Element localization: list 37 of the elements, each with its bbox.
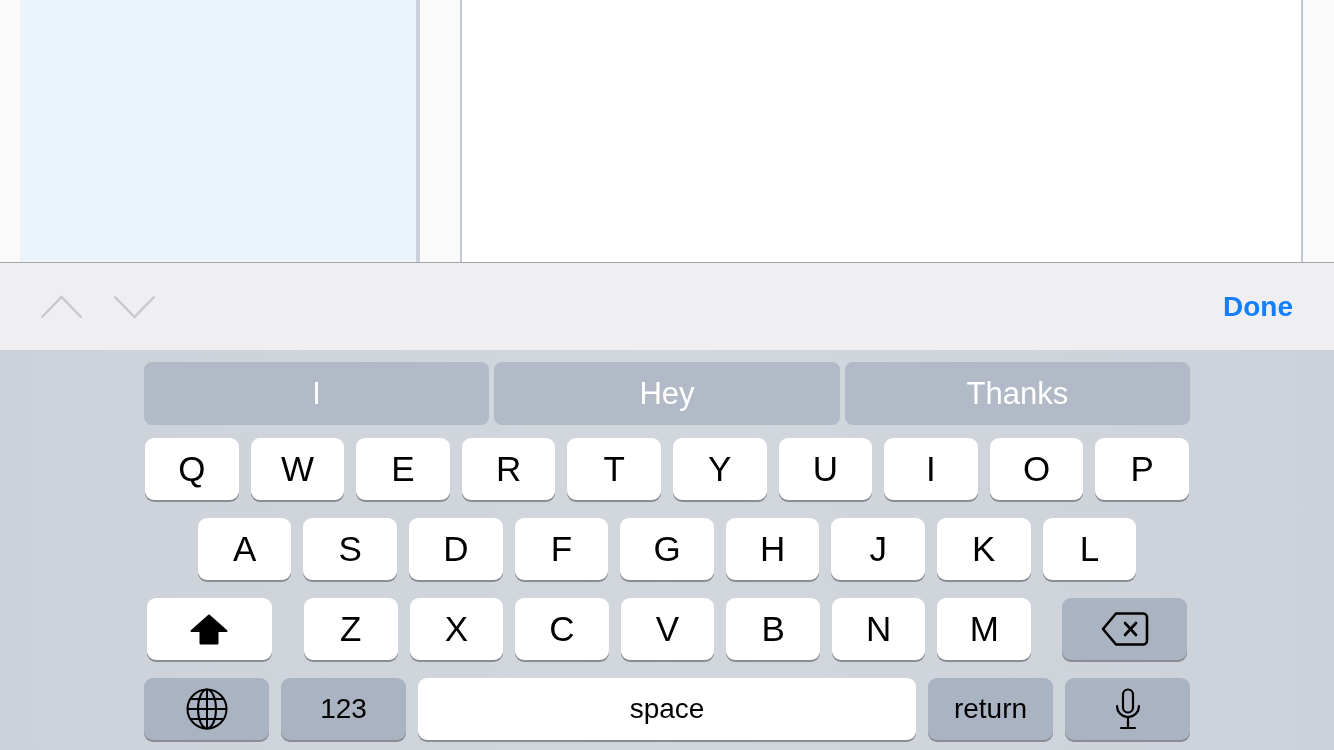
letter-key[interactable]: S: [303, 518, 397, 580]
letter-key[interactable]: R: [461, 438, 556, 500]
letter-key[interactable]: V: [620, 598, 715, 660]
letter-key[interactable]: I: [884, 438, 978, 500]
delete-key[interactable]: [1062, 598, 1188, 660]
letter-key[interactable]: L: [1042, 518, 1137, 580]
globe-icon: [185, 688, 228, 730]
letter-key[interactable]: P: [1095, 438, 1189, 500]
numbers-key[interactable]: 123: [281, 678, 406, 740]
letter-key[interactable]: Y: [673, 438, 767, 500]
letter-key[interactable]: H: [725, 518, 820, 580]
letter-key[interactable]: X: [409, 598, 504, 660]
letter-key[interactable]: T: [567, 438, 661, 500]
dictation-key[interactable]: [1065, 678, 1190, 740]
letter-key[interactable]: A: [197, 518, 292, 580]
microphone-icon: [1114, 688, 1141, 730]
letter-key[interactable]: Z: [303, 598, 398, 660]
globe-key[interactable]: [144, 678, 269, 740]
shift-arrow-icon: [190, 613, 229, 645]
letter-key[interactable]: O: [989, 438, 1084, 500]
letter-key[interactable]: N: [831, 598, 926, 660]
letter-key[interactable]: G: [620, 518, 714, 580]
letter-key[interactable]: E: [356, 438, 450, 500]
letter-key[interactable]: J: [831, 518, 925, 580]
letter-key[interactable]: U: [778, 438, 873, 500]
return-key[interactable]: return: [928, 678, 1053, 740]
letter-key[interactable]: Q: [145, 438, 239, 500]
letter-key[interactable]: W: [250, 438, 345, 500]
letter-key[interactable]: M: [937, 598, 1032, 660]
backspace-icon: [1100, 611, 1149, 647]
letter-key[interactable]: C: [515, 598, 609, 660]
shift-key[interactable]: [146, 598, 272, 660]
letter-key[interactable]: K: [937, 518, 1031, 580]
letter-key[interactable]: D: [409, 518, 503, 580]
space-key[interactable]: space: [418, 678, 916, 740]
letter-key[interactable]: B: [726, 598, 820, 660]
letter-key[interactable]: F: [514, 518, 609, 580]
